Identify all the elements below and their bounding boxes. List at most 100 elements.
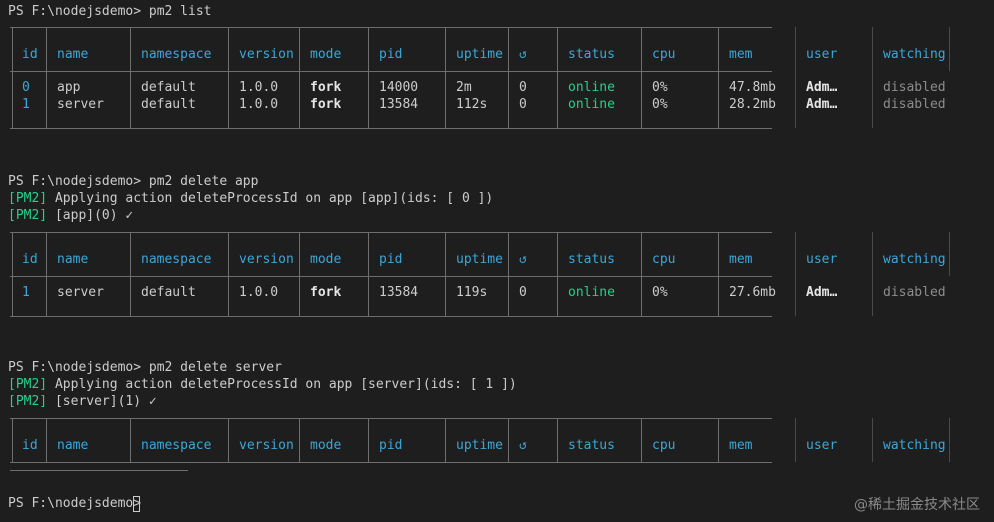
table-cell-mem: 27.6mb <box>729 285 776 300</box>
column-header-watching: watching <box>883 438 946 453</box>
column-separator <box>949 232 950 276</box>
table-cell-pid: 13584 <box>379 285 419 300</box>
column-header-mem: mem <box>729 47 753 62</box>
column-separator <box>445 276 446 316</box>
column-separator <box>795 276 796 316</box>
table-cell-status: online <box>568 80 615 95</box>
log-text: [app](0) ✓ <box>47 208 134 223</box>
prompt-text: PS F:\nodejsdemo> <box>8 496 149 511</box>
column-separator <box>445 418 446 462</box>
column-separator <box>368 71 369 128</box>
log-done-app: [PM2] [app](0) ✓ <box>8 207 133 224</box>
column-header-mode: mode <box>310 438 342 453</box>
column-separator <box>228 276 229 316</box>
table-top-border <box>10 418 772 419</box>
table-cell-status: online <box>568 285 615 300</box>
column-separator <box>228 232 229 276</box>
column-separator <box>12 232 13 276</box>
column-header-restarts: ↺ <box>519 252 527 267</box>
column-separator <box>949 418 950 462</box>
column-separator <box>368 276 369 316</box>
column-separator <box>718 276 719 316</box>
column-header-name: name <box>57 47 89 62</box>
column-separator <box>445 71 446 128</box>
log-text: Applying action deleteProcessId on app [… <box>47 377 517 392</box>
column-header-user: user <box>806 252 838 267</box>
column-header-watching: watching <box>883 47 946 62</box>
column-separator <box>12 418 13 462</box>
column-separator <box>795 27 796 71</box>
table-top-border <box>10 27 772 28</box>
table-cell-namespace: default <box>141 285 196 300</box>
column-header-namespace: namespace <box>141 252 212 267</box>
table-header-divider <box>10 462 772 463</box>
column-separator <box>557 232 558 276</box>
column-header-id: id <box>22 47 38 62</box>
column-separator <box>228 27 229 71</box>
column-header-pid: pid <box>379 438 403 453</box>
column-separator <box>557 71 558 128</box>
table-cell-id: 1 <box>22 97 30 112</box>
table-cell-version: 1.0.0 <box>239 80 279 95</box>
column-separator <box>299 232 300 276</box>
column-header-version: version <box>239 47 294 62</box>
column-separator <box>508 418 509 462</box>
table-cell-name: server <box>57 285 104 300</box>
column-header-name: name <box>57 252 89 267</box>
table-bottom-border <box>10 470 188 471</box>
column-separator <box>557 418 558 462</box>
table-cell-cpu: 0% <box>652 80 668 95</box>
column-header-status: status <box>568 252 615 267</box>
column-header-namespace: namespace <box>141 438 212 453</box>
column-separator <box>718 418 719 462</box>
table-cell-version: 1.0.0 <box>239 285 279 300</box>
command-prompt[interactable]: PS F:\nodejsdemo> <box>8 495 149 512</box>
column-separator <box>795 418 796 462</box>
table-cell-restarts: 0 <box>519 97 527 112</box>
column-separator <box>445 232 446 276</box>
table-bottom-border <box>10 316 772 317</box>
column-header-restarts: ↺ <box>519 438 527 453</box>
column-separator <box>508 71 509 128</box>
column-separator <box>299 418 300 462</box>
table-cell-id: 1 <box>22 285 30 300</box>
table-header-divider <box>10 71 772 72</box>
column-header-uptime: uptime <box>456 252 503 267</box>
column-separator <box>872 232 873 276</box>
column-separator <box>557 27 558 71</box>
column-separator <box>445 27 446 71</box>
column-separator <box>368 27 369 71</box>
column-header-mode: mode <box>310 252 342 267</box>
column-separator <box>718 71 719 128</box>
column-separator <box>130 71 131 128</box>
column-header-status: status <box>568 438 615 453</box>
table-cell-pid: 13584 <box>379 97 419 112</box>
column-header-mem: mem <box>729 438 753 453</box>
column-separator <box>299 71 300 128</box>
column-separator <box>872 276 873 316</box>
table-cell-watching: disabled <box>883 80 946 95</box>
table-cell-mem: 47.8mb <box>729 80 776 95</box>
table-cell-mode: fork <box>310 80 342 95</box>
table-cell-mode: fork <box>310 285 342 300</box>
table-cell-user: Adm… <box>806 80 838 95</box>
column-separator <box>641 418 642 462</box>
table-cell-namespace: default <box>141 80 196 95</box>
column-header-uptime: uptime <box>456 47 503 62</box>
column-separator <box>872 418 873 462</box>
column-header-watching: watching <box>883 252 946 267</box>
table-bottom-border <box>10 128 772 129</box>
pm2-tag: [PM2] <box>8 191 48 206</box>
table-cell-pid: 14000 <box>379 80 419 95</box>
column-header-uptime: uptime <box>456 438 503 453</box>
column-separator <box>46 27 47 71</box>
column-separator <box>641 71 642 128</box>
table-cell-id: 0 <box>22 80 30 95</box>
column-separator <box>130 232 131 276</box>
column-separator <box>508 27 509 71</box>
column-header-mode: mode <box>310 47 342 62</box>
column-header-id: id <box>22 438 38 453</box>
column-header-pid: pid <box>379 47 403 62</box>
table-cell-uptime: 119s <box>456 285 488 300</box>
column-separator <box>299 276 300 316</box>
